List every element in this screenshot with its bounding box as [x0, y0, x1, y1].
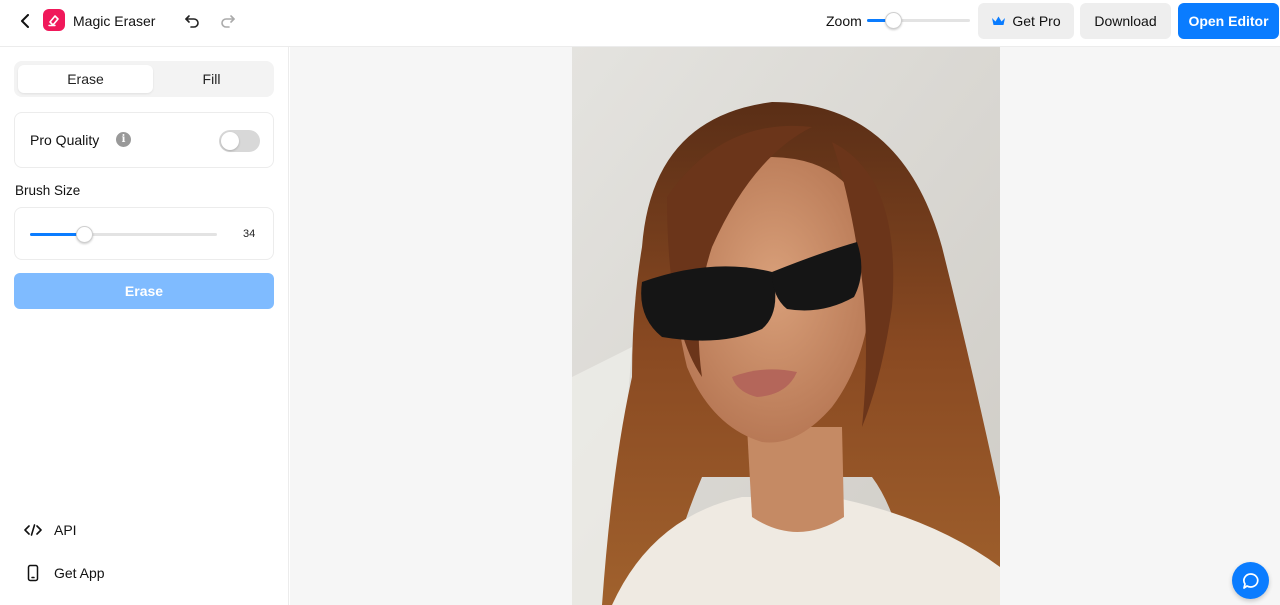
brush-size-slider-thumb[interactable]	[76, 226, 94, 243]
api-link-label: API	[54, 522, 77, 538]
tab-fill[interactable]: Fill	[149, 65, 274, 93]
mode-tabs: Erase Fill	[14, 61, 274, 97]
zoom-label: Zoom	[826, 13, 862, 29]
zoom-slider-thumb[interactable]	[884, 12, 902, 29]
sidebar: Erase Fill Pro Quality i Brush Size 34 E…	[0, 47, 289, 605]
code-icon	[24, 524, 42, 536]
canvas-area	[290, 47, 1280, 605]
magic-eraser-logo-icon	[43, 9, 65, 31]
toggle-knob	[221, 132, 239, 150]
brush-size-card: 34	[14, 207, 274, 260]
get-app-link-label: Get App	[54, 565, 105, 581]
back-icon	[21, 14, 29, 28]
canvas-image[interactable]	[572, 47, 1000, 605]
back-button[interactable]	[16, 11, 36, 31]
top-bar: Magic Eraser Zoom Get Pro Download Open …	[0, 0, 1280, 47]
redo-button[interactable]	[218, 11, 238, 31]
info-icon[interactable]: i	[116, 132, 131, 147]
open-editor-button[interactable]: Open Editor	[1178, 3, 1279, 39]
get-pro-label: Get Pro	[1012, 13, 1061, 29]
download-button[interactable]: Download	[1080, 3, 1171, 39]
undo-button[interactable]	[182, 11, 202, 31]
get-app-link[interactable]: Get App	[24, 563, 105, 583]
brush-size-slider[interactable]	[30, 226, 217, 243]
crown-icon	[992, 16, 1006, 25]
zoom-slider[interactable]	[867, 12, 970, 29]
chat-bubble-icon	[1242, 572, 1259, 589]
portrait-illustration	[572, 47, 1000, 605]
get-pro-button[interactable]: Get Pro	[978, 3, 1074, 39]
undo-icon	[185, 15, 199, 28]
pro-quality-card: Pro Quality i	[14, 112, 274, 168]
erase-button[interactable]: Erase	[14, 273, 274, 309]
brush-size-label: Brush Size	[15, 183, 81, 198]
chat-button[interactable]	[1232, 562, 1269, 599]
brush-size-value: 34	[243, 228, 256, 240]
phone-icon	[27, 564, 39, 582]
pro-quality-label: Pro Quality	[30, 132, 100, 148]
pro-quality-toggle[interactable]	[219, 130, 260, 152]
redo-icon	[221, 15, 235, 28]
app-title: Magic Eraser	[73, 13, 156, 29]
tab-erase[interactable]: Erase	[18, 65, 153, 93]
api-link[interactable]: API	[24, 520, 77, 540]
